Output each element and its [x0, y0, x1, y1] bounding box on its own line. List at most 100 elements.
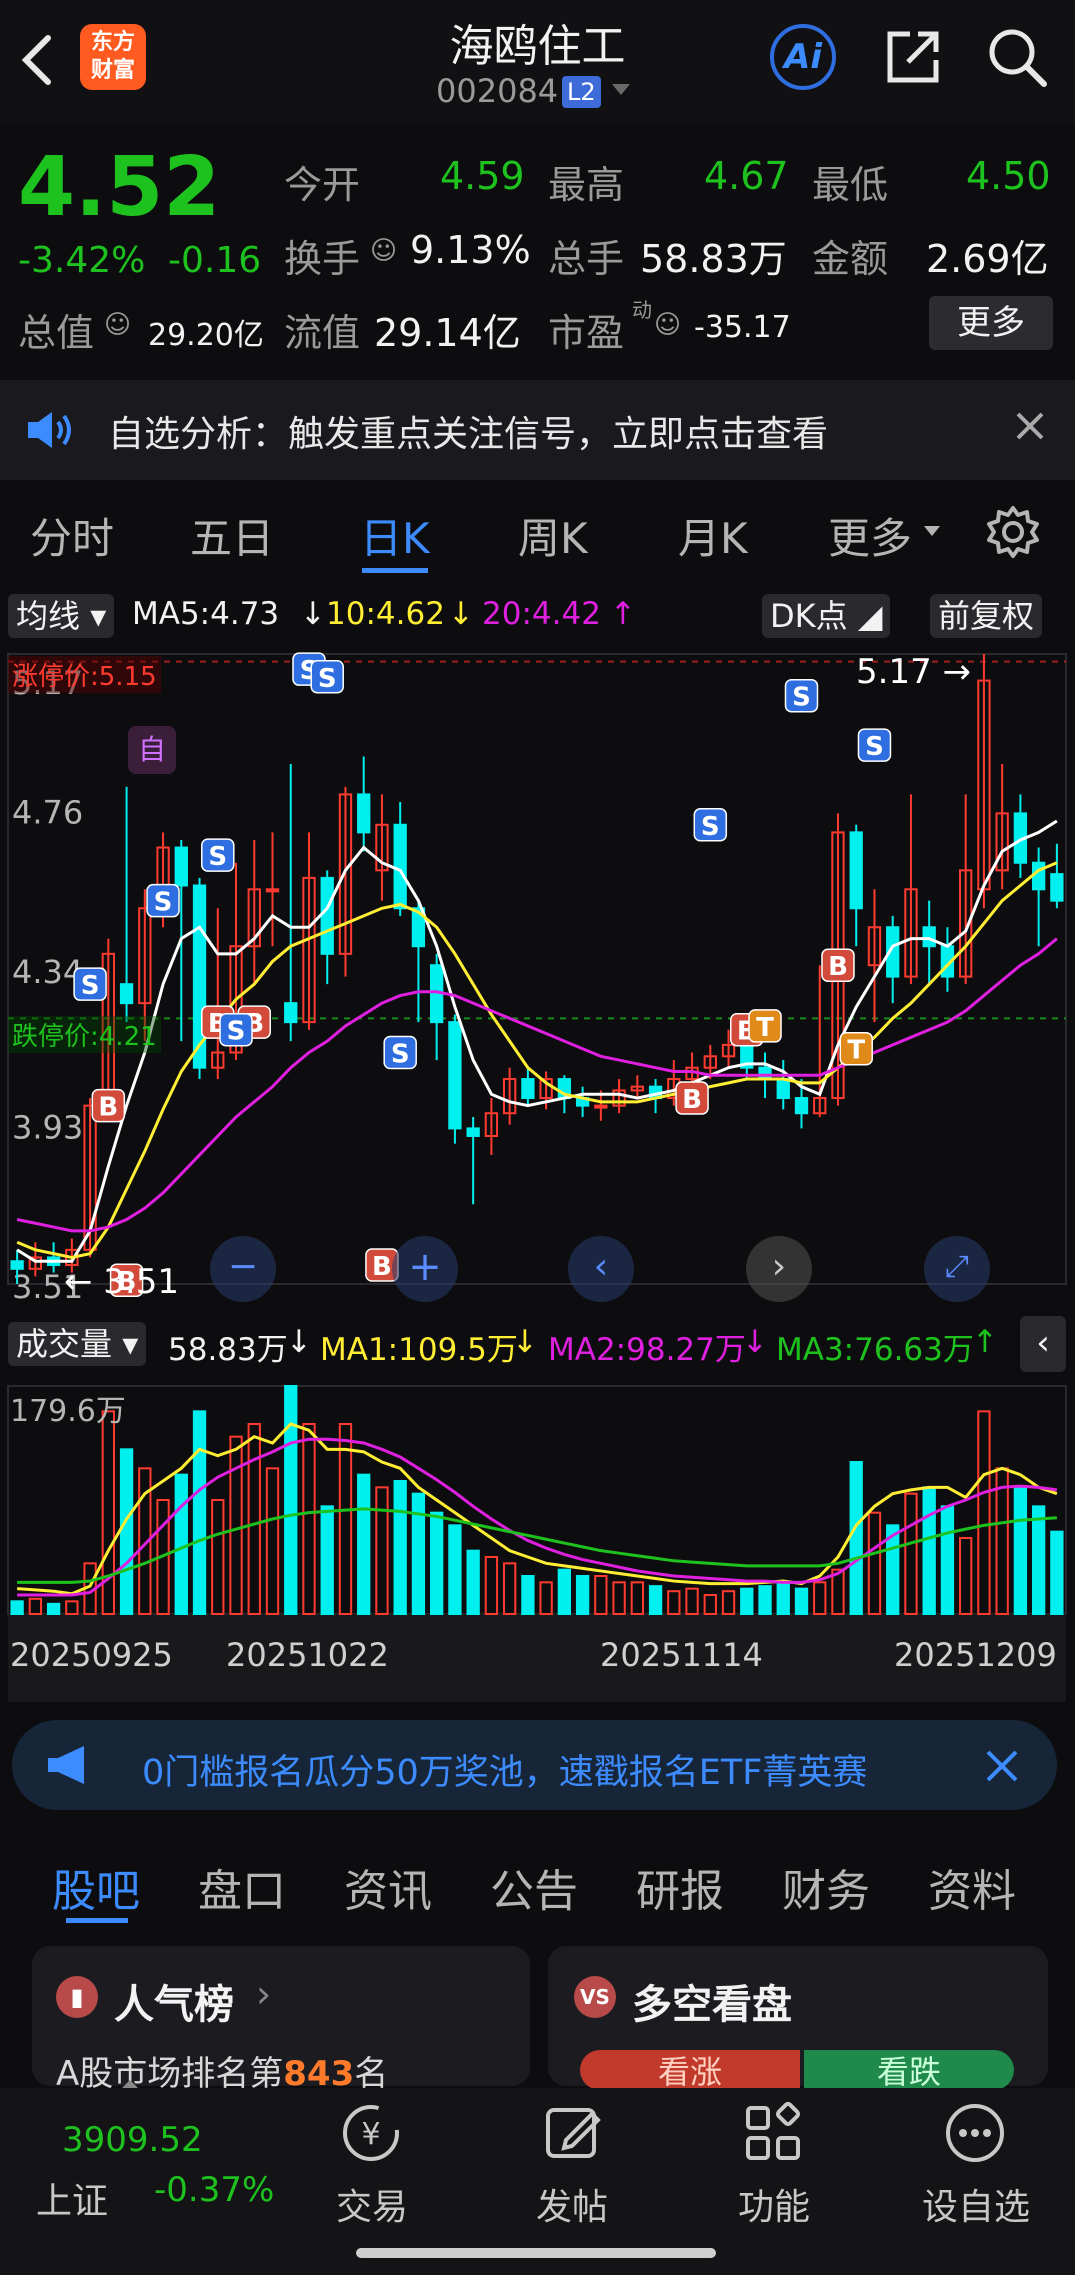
index-value[interactable]: 3909.52: [62, 2120, 203, 2160]
volume-bar: [466, 1549, 480, 1616]
dk-point-button[interactable]: DK点 ◢: [762, 594, 891, 638]
date-label: 20251209: [894, 1636, 1057, 1674]
volume-bar: [484, 1556, 499, 1615]
vs-icon: VS: [574, 1976, 616, 2018]
tab-more[interactable]: 更多: [828, 505, 912, 566]
search-icon[interactable]: [984, 24, 1050, 90]
limit-up-label: 涨停价:5.15: [8, 656, 161, 693]
speaker-icon: [28, 412, 71, 448]
chevron-down-icon[interactable]: [612, 84, 630, 95]
volume-bar: [740, 1587, 754, 1616]
grid-functions-icon[interactable]: [740, 2100, 806, 2166]
tab-profile[interactable]: 资料: [928, 1855, 1016, 1919]
high-marker-value: 5.17: [856, 652, 932, 692]
amount-value: 2.69亿: [926, 237, 1049, 281]
volume-bar: [411, 1492, 426, 1615]
close-icon[interactable]: [984, 1748, 1020, 1784]
gear-icon[interactable]: [986, 505, 1040, 559]
ma-selector[interactable]: 均线 ▾: [8, 594, 115, 638]
volume-bar: [119, 1448, 134, 1616]
self-select-tag[interactable]: 自: [128, 726, 176, 774]
volume-bar: [1031, 1505, 1046, 1615]
share-icon[interactable]: [880, 24, 946, 90]
volume-bar: [630, 1581, 644, 1615]
volume-bar: [247, 1423, 261, 1615]
more-quote-button[interactable]: 更多: [929, 296, 1053, 350]
adjust-button[interactable]: 前复权: [930, 594, 1043, 638]
float-label: 流值: [284, 311, 361, 355]
collapse-button[interactable]: ‹: [1020, 1316, 1066, 1372]
ai-assistant-icon[interactable]: Ai: [770, 24, 836, 90]
tab-guba[interactable]: 股吧: [52, 1855, 140, 1919]
volume-bar: [849, 1461, 863, 1615]
volume-bar: [320, 1505, 334, 1615]
signal-label: S: [208, 842, 227, 872]
tab-wuri[interactable]: 五日: [190, 505, 274, 566]
bull-bear-title: 多空看盘: [632, 1982, 792, 2028]
fullscreen-icon[interactable]: ⤢: [924, 1236, 990, 1302]
bear-button[interactable]: 看跌: [804, 2050, 1014, 2090]
volume-bar: [557, 1568, 572, 1616]
info-icon[interactable]: ☺: [654, 310, 681, 340]
promo-text[interactable]: 0门槛报名瓜分50万奖池，速戳报名ETF菁英赛: [142, 1744, 952, 1795]
pe-label: 市盈: [548, 311, 625, 355]
volume-bar: [685, 1587, 699, 1616]
edit-post-icon[interactable]: [540, 2100, 606, 2166]
change-pct: -3.42%: [18, 240, 146, 281]
candle-body: [10, 1260, 24, 1270]
tab-daily-k[interactable]: 日K: [360, 505, 430, 566]
arrow-down-icon: ↓: [286, 1324, 312, 1360]
tab-news[interactable]: 资讯: [344, 1855, 432, 1919]
post-label[interactable]: 发帖: [536, 2178, 608, 2230]
volume-bar: [594, 1575, 608, 1615]
signal-label: T: [847, 1036, 865, 1066]
volume-bar: [575, 1575, 590, 1615]
bull-button[interactable]: 看涨: [580, 2050, 800, 2090]
signal-label: S: [227, 1017, 246, 1047]
scroll-left-button[interactable]: ‹: [568, 1236, 634, 1302]
tab-weekly-k[interactable]: 周K: [518, 505, 588, 566]
index-change[interactable]: -0.37%: [154, 2170, 274, 2210]
arrow-up-icon: ↑: [610, 596, 636, 632]
megaphone-icon: [48, 1746, 84, 1784]
tab-monthly-k[interactable]: 月K: [678, 505, 748, 566]
more-dots-icon[interactable]: [942, 2100, 1008, 2166]
banner-text[interactable]: 自选分析：触发重点关注信号，立即点击查看: [108, 405, 828, 457]
tab-pankou[interactable]: 盘口: [198, 1855, 286, 1919]
add-watchlist-label[interactable]: 设自选: [922, 2178, 1030, 2230]
limit-down-label: 跌停价:4.21: [8, 1016, 161, 1053]
signal-label: B: [828, 952, 848, 982]
volume-bar: [977, 1410, 991, 1616]
dropdown-arrow-icon[interactable]: [924, 526, 940, 536]
volume-bar: [46, 1602, 61, 1616]
zoom-out-button[interactable]: −: [210, 1236, 276, 1302]
close-icon[interactable]: [1014, 410, 1046, 442]
tab-finance[interactable]: 财务: [782, 1855, 870, 1919]
volume-bar: [813, 1581, 827, 1615]
scroll-right-button[interactable]: ›: [746, 1236, 812, 1302]
volume-bar: [867, 1511, 882, 1616]
volume-selector[interactable]: 成交量 ▾: [8, 1322, 147, 1366]
functions-label[interactable]: 功能: [738, 2178, 810, 2230]
volume-bar: [904, 1492, 918, 1615]
volume-bar: [648, 1585, 663, 1615]
level2-badge[interactable]: L2: [562, 76, 601, 108]
high-value: 4.67: [704, 154, 789, 198]
info-icon[interactable]: ☺: [104, 310, 131, 340]
volume-bar: [539, 1581, 553, 1615]
volume-current: 58.83万: [168, 1332, 288, 1368]
pe-value: -35.17: [694, 310, 791, 345]
yen-trade-icon[interactable]: ¥: [338, 2100, 404, 2166]
tab-research[interactable]: 研报: [636, 1855, 724, 1919]
zoom-in-button[interactable]: +: [392, 1236, 458, 1302]
tab-fenshi[interactable]: 分时: [30, 505, 114, 566]
svg-text:¥: ¥: [361, 2117, 380, 2152]
index-name[interactable]: 上证: [36, 2172, 108, 2224]
info-icon[interactable]: ☺: [370, 236, 397, 266]
trade-label[interactable]: 交易: [336, 2178, 408, 2230]
candle-body: [174, 846, 188, 887]
high-marker: 5.17 →: [856, 652, 971, 692]
high-label: 最高: [548, 163, 625, 207]
caret-up-icon: [122, 2080, 138, 2088]
tab-announcements[interactable]: 公告: [490, 1855, 578, 1919]
